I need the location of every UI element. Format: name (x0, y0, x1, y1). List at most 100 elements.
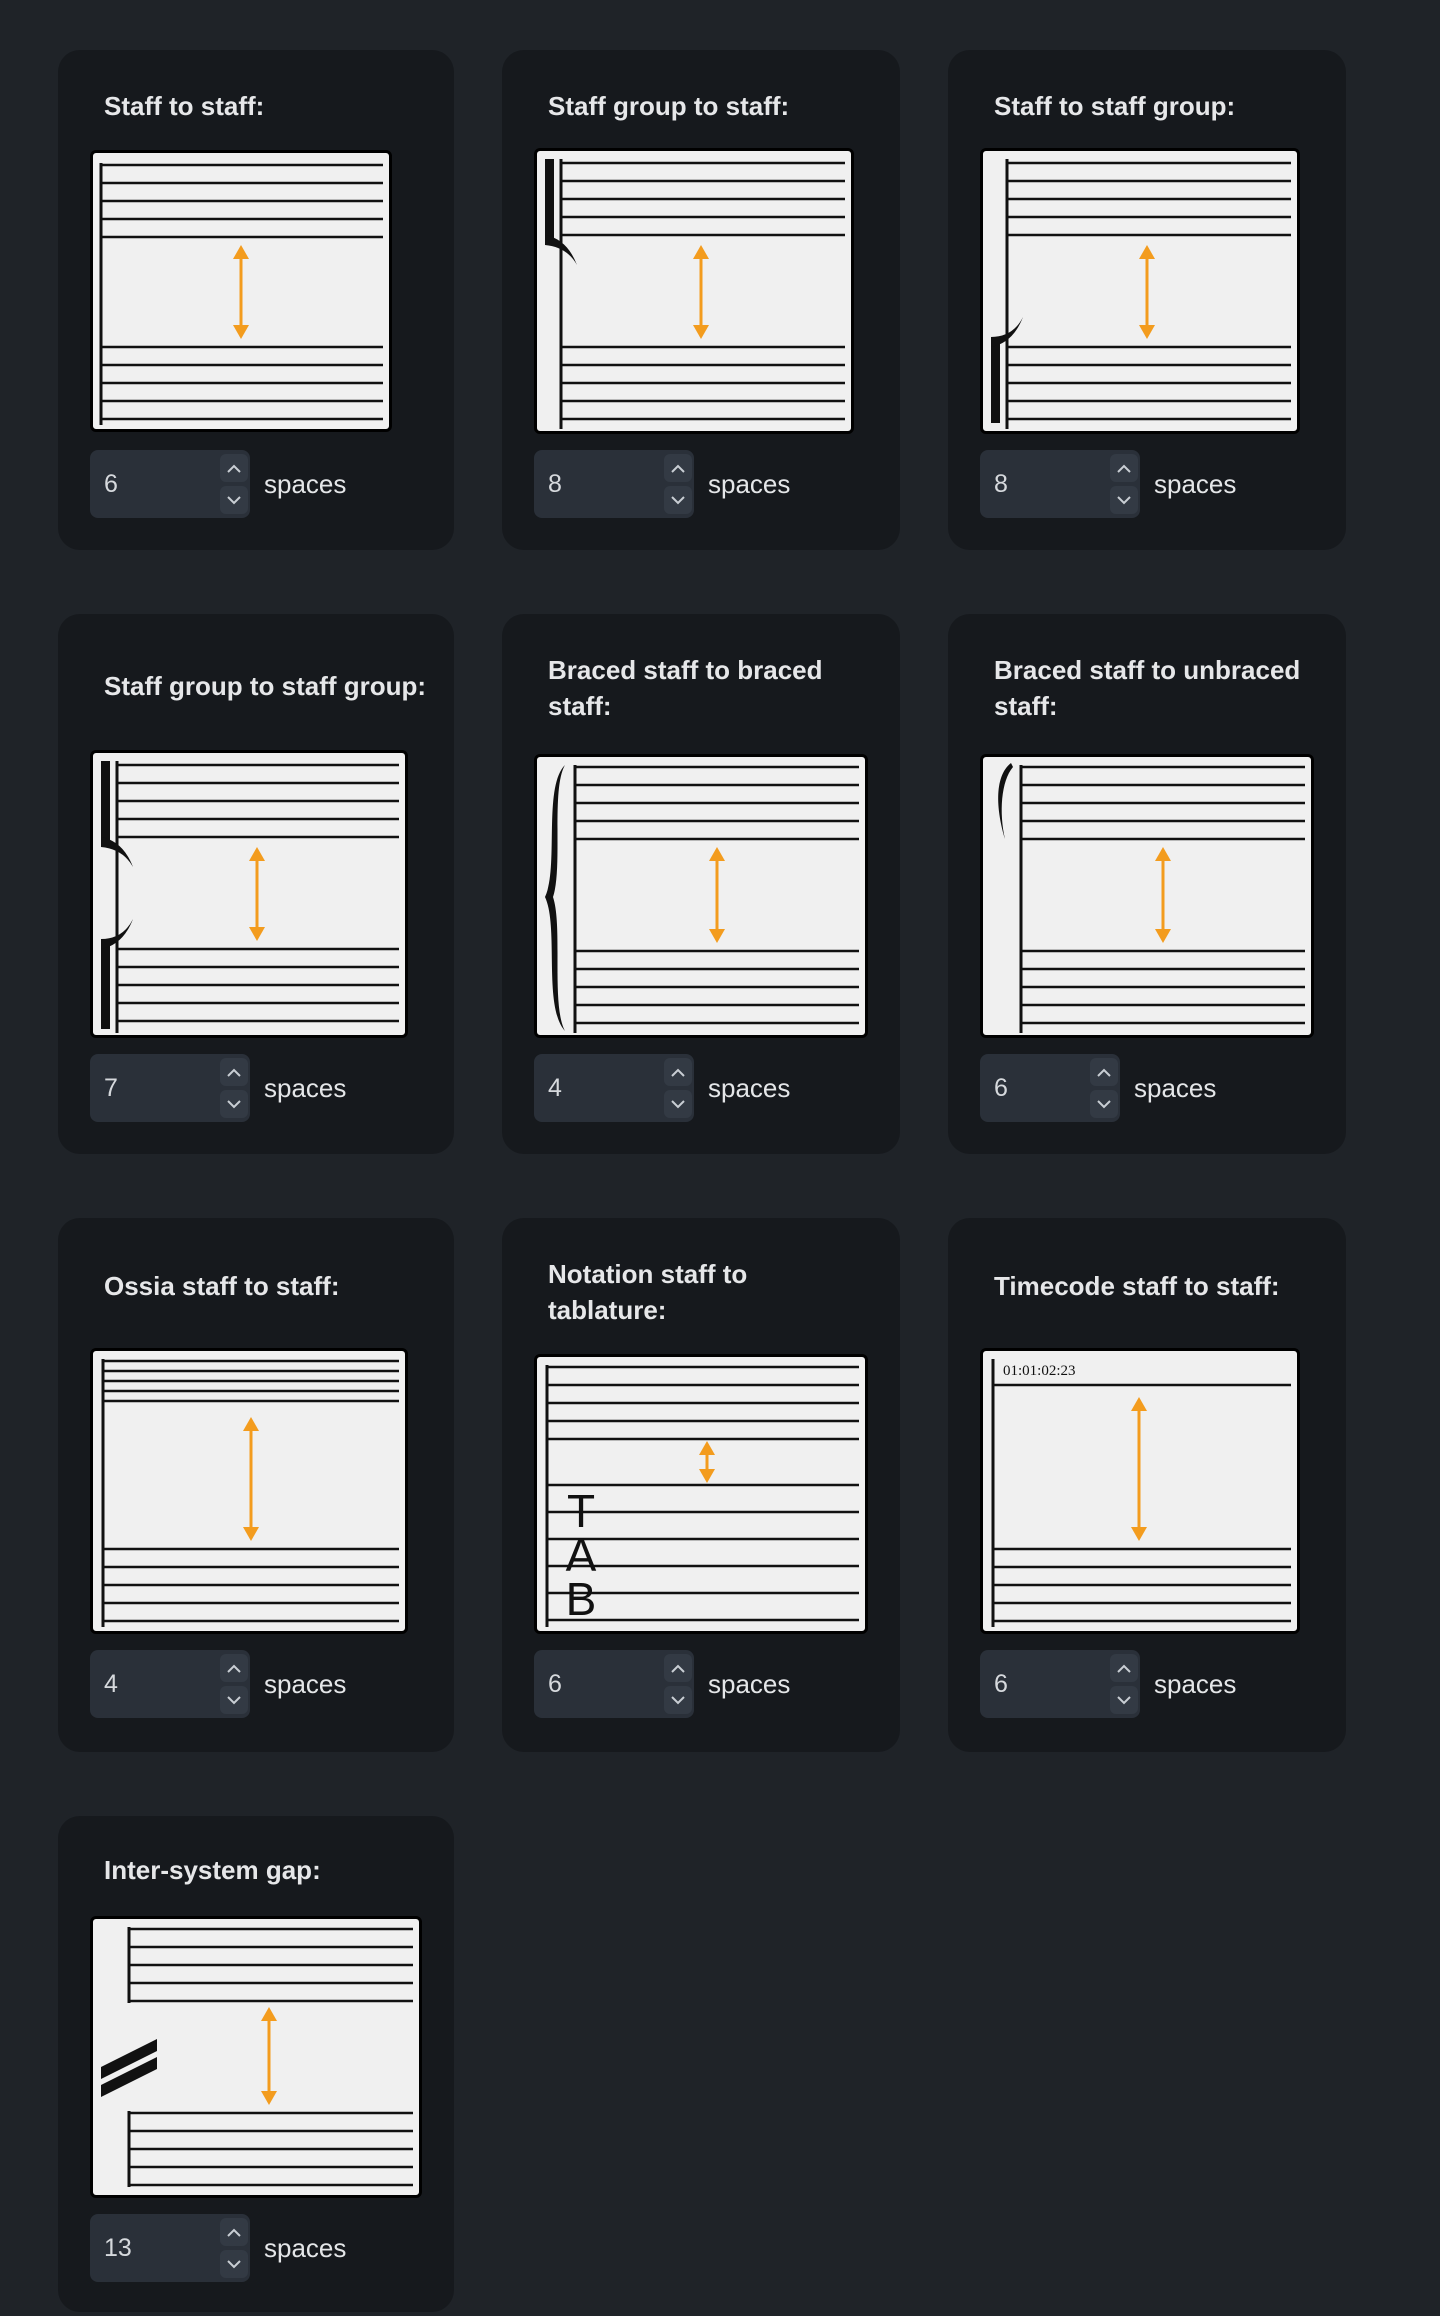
spacing-stepper (534, 1054, 694, 1122)
staff-diagram (101, 761, 399, 1033)
chevron-up-icon[interactable] (664, 454, 692, 482)
card-inter-system-gap: Inter-system gap: spaces (58, 1816, 454, 2312)
staff-diagram (998, 763, 1305, 1033)
spacing-input[interactable] (548, 450, 648, 518)
staff-diagram (101, 1359, 399, 1627)
staff-diagram: T A B (545, 1365, 859, 1627)
card-title: Notation staff to tablature: (548, 1259, 748, 1325)
preview-staff-group-to-staff-group (90, 750, 408, 1038)
spacing-input[interactable] (548, 1650, 648, 1718)
spacing-stepper (90, 2214, 250, 2282)
spacing-stepper (90, 1650, 250, 1718)
spacing-input[interactable] (104, 2214, 204, 2282)
staff-diagram (545, 765, 859, 1033)
tab-letter: B (566, 1573, 597, 1625)
chevron-down-icon[interactable] (1110, 486, 1138, 514)
brace-icon (545, 765, 565, 1031)
unit-label: spaces (264, 1669, 347, 1699)
chevron-down-icon[interactable] (664, 486, 692, 514)
preview-staff-to-staff (90, 150, 392, 432)
chevron-down-icon[interactable] (1110, 1686, 1138, 1714)
system-separator-icon (101, 2039, 157, 2097)
card-notation-to-tab: Notation staff to tablature: T A B space… (502, 1218, 900, 1752)
spacing-arrow-icon (249, 847, 265, 941)
chevron-down-icon[interactable] (220, 1686, 248, 1714)
staff-diagram (545, 159, 845, 429)
card-title: Staff to staff: (104, 91, 265, 121)
timecode-text: 01:01:02:23 (1003, 1363, 1076, 1379)
spacing-arrow-icon (693, 245, 709, 339)
card-timecode-to-staff: Timecode staff to staff: 01:01:02:23 spa… (948, 1218, 1346, 1752)
spacing-stepper (90, 1054, 250, 1122)
preview-ossia-to-staff (90, 1348, 408, 1634)
spacing-arrow-icon (261, 2007, 277, 2105)
staff-diagram (101, 1927, 413, 2187)
spacing-arrow-icon (1131, 1397, 1147, 1541)
card-title: Staff group to staff group: (104, 671, 427, 701)
spacing-input[interactable] (104, 450, 204, 518)
chevron-down-icon[interactable] (664, 1686, 692, 1714)
chevron-up-icon[interactable] (220, 1654, 248, 1682)
chevron-up-icon[interactable] (220, 454, 248, 482)
chevron-up-icon[interactable] (220, 1058, 248, 1086)
spacing-stepper (534, 450, 694, 518)
spacing-input[interactable] (994, 450, 1094, 518)
spacing-input[interactable] (994, 1650, 1094, 1718)
preview-braced-to-unbraced (980, 754, 1314, 1038)
unit-label: spaces (708, 469, 791, 499)
unit-label: spaces (264, 1073, 347, 1103)
card-title: Inter-system gap: (104, 1855, 321, 1885)
spacing-input[interactable] (994, 1054, 1094, 1122)
chevron-down-icon[interactable] (220, 2250, 248, 2278)
spacing-stepper (980, 450, 1140, 518)
card-title: Timecode staff to staff: (994, 1271, 1280, 1301)
unit-label: spaces (264, 2233, 347, 2263)
card-ossia-to-staff: Ossia staff to staff: spaces (58, 1218, 454, 1752)
spacing-input[interactable] (548, 1054, 648, 1122)
unit-label: spaces (708, 1669, 791, 1699)
preview-notation-to-tab: T A B (534, 1354, 868, 1634)
chevron-up-icon[interactable] (664, 1654, 692, 1682)
card-title: Braced staff to braced staff: (548, 655, 823, 721)
spacing-input[interactable] (104, 1650, 204, 1718)
card-title: Braced staff to unbraced staff: (994, 655, 1301, 721)
chevron-down-icon[interactable] (220, 1090, 248, 1118)
unit-label: spaces (1154, 469, 1237, 499)
spacing-arrow-icon (243, 1417, 259, 1541)
chevron-down-icon[interactable] (664, 1090, 692, 1118)
spacing-arrow-icon (709, 847, 725, 943)
preview-braced-to-braced (534, 754, 868, 1038)
preview-inter-system-gap (90, 1916, 422, 2198)
unit-label: spaces (264, 469, 347, 499)
spacing-arrow-icon (233, 245, 249, 339)
preview-staff-to-staff-group (980, 148, 1300, 434)
spacing-stepper (980, 1054, 1120, 1122)
card-title: Ossia staff to staff: (104, 1271, 340, 1301)
spacing-stepper (534, 1650, 694, 1718)
chevron-up-icon[interactable] (1110, 1654, 1138, 1682)
chevron-down-icon[interactable] (220, 486, 248, 514)
spacing-arrow-icon (1139, 245, 1155, 339)
card-staff-group-to-staff: Staff group to staff: spaces (502, 50, 900, 550)
chevron-down-icon[interactable] (1090, 1090, 1118, 1118)
spacing-input[interactable] (104, 1054, 204, 1122)
spacing-stepper (90, 450, 250, 518)
card-staff-group-to-staff-group: Staff group to staff group: spaces (58, 614, 454, 1154)
preview-staff-group-to-staff (534, 148, 854, 434)
card-braced-to-braced: Braced staff to braced staff: spaces (502, 614, 900, 1154)
chevron-up-icon[interactable] (1110, 454, 1138, 482)
chevron-up-icon[interactable] (664, 1058, 692, 1086)
tab-clef: T A B (566, 1485, 597, 1625)
chevron-up-icon[interactable] (1090, 1058, 1118, 1086)
spacing-arrow-icon (699, 1441, 715, 1483)
card-staff-to-staff: Staff to staff: spaces (58, 50, 454, 550)
brace-icon (998, 763, 1013, 839)
card-staff-to-staff-group: Staff to staff group: spaces (948, 50, 1346, 550)
unit-label: spaces (1134, 1073, 1217, 1103)
unit-label: spaces (1154, 1669, 1237, 1699)
staff-diagram (991, 159, 1291, 429)
chevron-up-icon[interactable] (220, 2218, 248, 2246)
card-title: Staff group to staff: (548, 91, 790, 121)
preview-timecode-to-staff: 01:01:02:23 (980, 1348, 1300, 1634)
unit-label: spaces (708, 1073, 791, 1103)
